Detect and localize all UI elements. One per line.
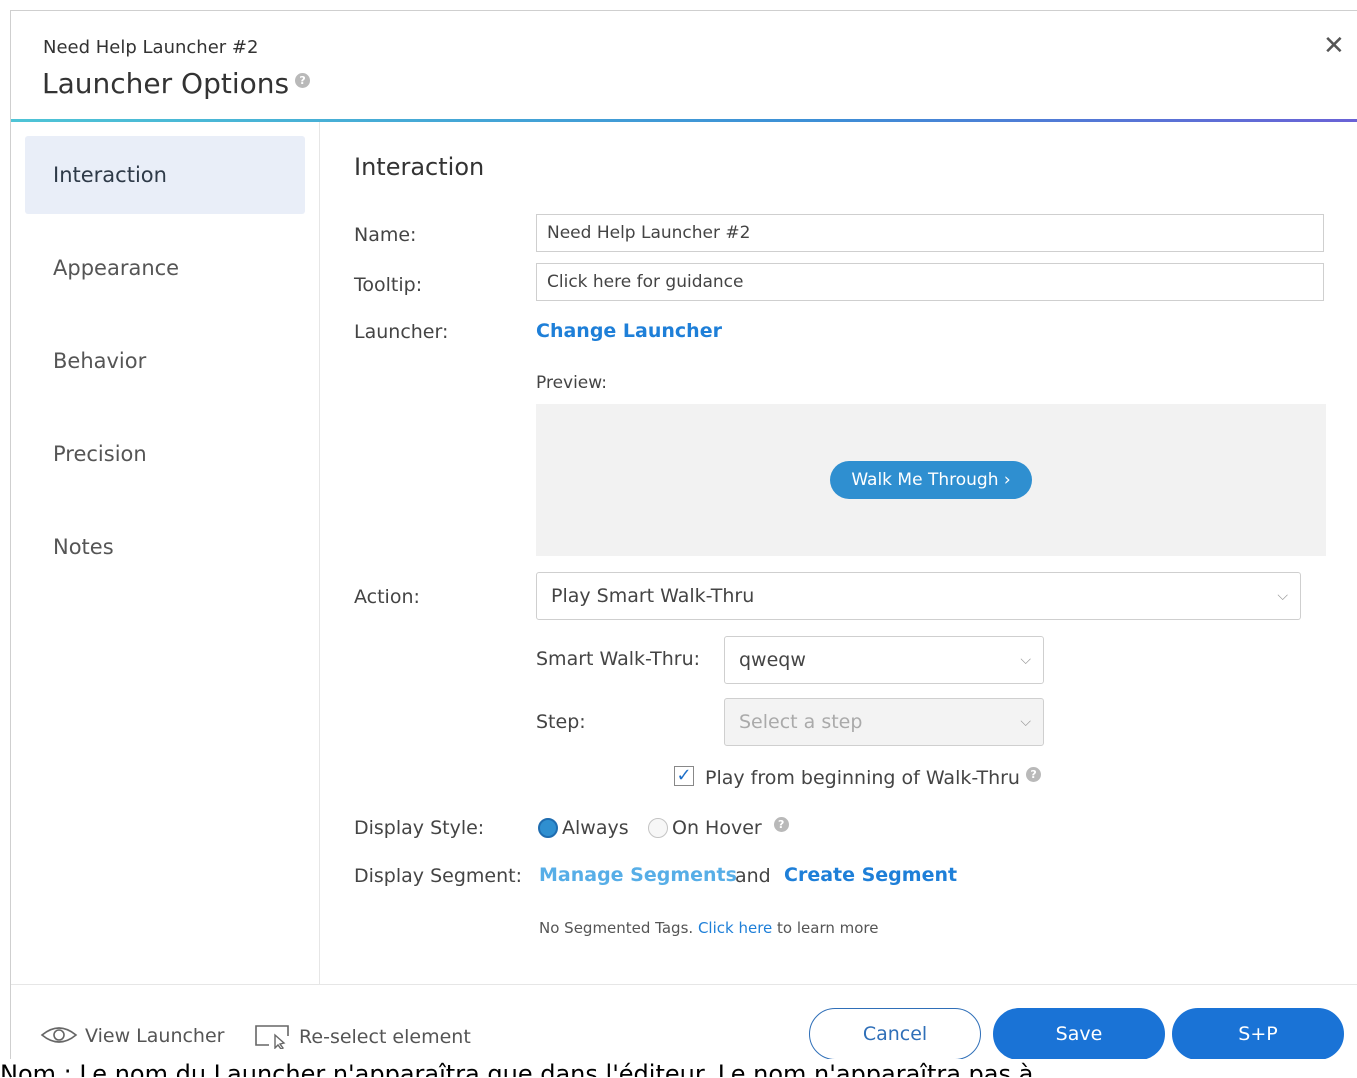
close-icon[interactable]: ✕ bbox=[1323, 31, 1345, 61]
help-icon[interactable]: ? bbox=[1026, 767, 1042, 782]
name-input[interactable]: Need Help Launcher #2 bbox=[536, 214, 1324, 252]
name-label: Name: bbox=[354, 224, 417, 246]
play-from-beginning-checkbox[interactable]: ✓ bbox=[674, 766, 694, 786]
sidebar-item-interaction[interactable]: Interaction bbox=[25, 136, 305, 214]
eye-icon bbox=[40, 1027, 78, 1043]
smart-walkthru-select[interactable]: qweqw ⌵ bbox=[724, 636, 1044, 684]
segment-note-suffix: to learn more bbox=[777, 919, 879, 937]
segment-note-prefix: No Segmented Tags. bbox=[539, 919, 694, 937]
segment-note: No Segmented Tags. Click here to learn m… bbox=[539, 919, 879, 937]
preview-launcher-button: Walk Me Through › bbox=[830, 461, 1032, 499]
display-style-label: Display Style: bbox=[354, 817, 485, 839]
dialog-subtitle: Need Help Launcher #2 bbox=[43, 37, 259, 58]
help-icon[interactable]: ? bbox=[773, 817, 789, 832]
dialog-title: Launcher Options? bbox=[42, 67, 311, 100]
section-title: Interaction bbox=[354, 153, 485, 181]
action-select[interactable]: Play Smart Walk-Thru ⌵ bbox=[536, 572, 1301, 620]
reselect-element-button[interactable]: Re-select element bbox=[253, 1023, 471, 1050]
reselect-element-label: Re-select element bbox=[299, 1026, 471, 1048]
display-style-on-hover-label: On Hover ? bbox=[672, 817, 789, 839]
header-divider bbox=[11, 119, 1357, 122]
display-style-always-label: Always bbox=[562, 817, 629, 839]
segment-and-text: and bbox=[735, 865, 771, 887]
footer-divider bbox=[11, 984, 1357, 985]
sidebar-item-appearance[interactable]: Appearance bbox=[25, 229, 305, 307]
action-select-value: Play Smart Walk-Thru bbox=[551, 585, 755, 607]
smart-walkthru-value: qweqw bbox=[739, 649, 806, 671]
chevron-down-icon: ⌵ bbox=[1277, 588, 1288, 604]
launcher-label: Launcher: bbox=[354, 321, 449, 343]
play-from-beginning-text: Play from beginning of Walk-Thru bbox=[705, 767, 1020, 789]
manage-segments-link[interactable]: Manage Segments bbox=[539, 864, 737, 886]
create-segment-link[interactable]: Create Segment bbox=[784, 864, 957, 886]
display-style-on-hover-radio[interactable] bbox=[648, 818, 668, 838]
dialog-title-text: Launcher Options bbox=[42, 67, 290, 100]
step-label: Step: bbox=[536, 711, 586, 733]
change-launcher-link[interactable]: Change Launcher bbox=[536, 320, 722, 342]
chevron-down-icon: ⌵ bbox=[1020, 652, 1031, 668]
sidebar-item-behavior[interactable]: Behavior bbox=[25, 322, 305, 400]
save-and-publish-button[interactable]: S+P bbox=[1172, 1008, 1344, 1060]
cancel-button[interactable]: Cancel bbox=[809, 1008, 981, 1060]
sidebar-item-precision[interactable]: Precision bbox=[25, 415, 305, 493]
caption-text: Nom : Le nom du Launcher n'apparaîtra qu… bbox=[0, 1059, 1357, 1077]
smart-walkthru-label: Smart Walk-Thru: bbox=[536, 648, 701, 670]
sidebar-divider bbox=[319, 122, 320, 984]
help-icon[interactable]: ? bbox=[295, 73, 311, 88]
display-style-on-hover-text: On Hover bbox=[672, 817, 762, 839]
action-label: Action: bbox=[354, 586, 420, 608]
tooltip-input[interactable]: Click here for guidance bbox=[536, 263, 1324, 301]
step-select-placeholder: Select a step bbox=[739, 711, 863, 733]
launcher-options-dialog: Need Help Launcher #2 Launcher Options? … bbox=[10, 10, 1357, 1078]
preview-label: Preview: bbox=[536, 373, 607, 393]
save-button[interactable]: Save bbox=[993, 1008, 1165, 1060]
launcher-preview: Walk Me Through › bbox=[536, 404, 1326, 556]
view-launcher-button[interactable]: View Launcher bbox=[39, 1023, 224, 1047]
view-launcher-label: View Launcher bbox=[85, 1025, 225, 1047]
play-from-beginning-label: Play from beginning of Walk-Thru ? bbox=[705, 767, 1042, 789]
cursor-select-icon bbox=[255, 1025, 289, 1050]
learn-more-link[interactable]: Click here bbox=[698, 919, 772, 937]
chevron-down-icon: ⌵ bbox=[1020, 714, 1031, 730]
display-segment-label: Display Segment: bbox=[354, 865, 522, 887]
sidebar-item-notes[interactable]: Notes bbox=[25, 508, 305, 586]
step-select[interactable]: Select a step ⌵ bbox=[724, 698, 1044, 746]
display-style-always-radio[interactable] bbox=[538, 818, 558, 838]
tooltip-label: Tooltip: bbox=[354, 274, 423, 296]
